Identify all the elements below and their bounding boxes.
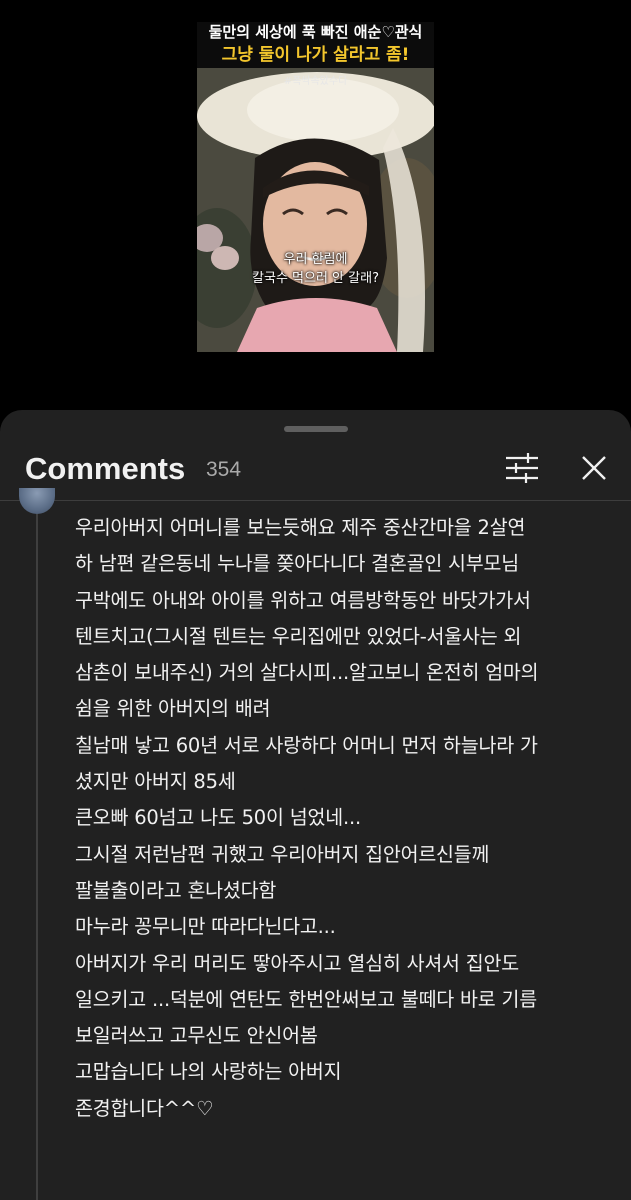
video-player[interactable]: 둘만의 세상에 푹 빠진 애순♡관식 그냥 둘이 나가 살라고 좀! #폭싹속았…	[0, 0, 631, 410]
portrait-illustration	[197, 68, 434, 352]
comment-line: 존경합니다^^♡	[75, 1096, 214, 1120]
comment-line: 삼촌이 보내주신) 거의 살다시피...알고보니 온전히 엄마의	[75, 661, 539, 685]
thumbnail-subtitle-line: 칼국수 먹으러 안 갈래?	[252, 271, 379, 286]
thumbnail-subtitle: 우리 한림에 칼국수 먹으러 안 갈래?	[197, 250, 434, 288]
sort-filter-button[interactable]	[502, 450, 542, 486]
comment-line: 우리아버지 어머니를 보는듯해요 제주 중산간마을 2살연	[75, 516, 526, 539]
thumbnail-hashtag: #폭싹속았수다	[283, 76, 348, 87]
comment-line: 아버지가 우리 머리도 땋아주시고 열심히 사셔서 집안도	[75, 951, 520, 975]
comment-line: 그시절 저런남편 귀했고 우리아버지 집안어르신들께	[75, 842, 490, 866]
avatar[interactable]	[19, 488, 55, 514]
video-thumbnail[interactable]: 둘만의 세상에 푹 빠진 애순♡관식 그냥 둘이 나가 살라고 좀! #폭싹속았…	[197, 22, 434, 352]
thumbnail-subtitle-line: 우리 한림에	[283, 252, 348, 267]
comments-panel: Comments 354 우리아버지 어머니를 보는듯해요 제주 중산간마을 2…	[0, 410, 631, 1200]
comment-line: 구박에도 아내와 아이를 위하고 여름방학동안 바닷가가서	[75, 588, 531, 612]
comments-count: 354	[206, 458, 242, 481]
comment-line: 보일러쓰고 고무신도 안신어봄	[75, 1024, 318, 1048]
sliders-icon	[506, 453, 538, 483]
thumbnail-photo: #폭싹속았수다 우리 한림에 칼국수 먹으러 안 갈래?	[197, 68, 434, 352]
comment-text: 우리아버지 어머니를 보는듯해요 제주 중산간마을 2살연 하 남편 같은동네 …	[75, 510, 615, 1127]
comment-line: 쉼을 위한 아버지의 배려	[75, 697, 271, 721]
comment-line: 일으키고 ...덕분에 연탄도 한번안써보고 불떼다 바로 기름	[75, 987, 538, 1011]
close-button[interactable]	[576, 450, 612, 486]
thumbnail-headline-bottom: 그냥 둘이 나가 살라고 좀!	[221, 45, 410, 65]
drag-handle[interactable]	[284, 426, 348, 432]
comment-line: 마누라 꽁무니만 따라다닌다고...	[75, 915, 336, 939]
thumbnail-headline-top: 둘만의 세상에 푹 빠진 애순♡관식	[208, 23, 423, 41]
comment-line: 셨지만 아버지 85세	[75, 770, 236, 794]
comment-line: 고맙습니다 나의 사랑하는 아버지	[75, 1060, 342, 1084]
comment-line: 칠남매 낳고 60년 서로 사랑하다 어머니 먼저 하늘나라 가	[75, 733, 538, 757]
header-divider	[0, 500, 631, 501]
close-icon	[582, 456, 606, 480]
thread-line	[36, 514, 38, 1200]
comment-line: 텐트치고(그시절 텐트는 우리집에만 있었다-서울사는 외	[75, 624, 522, 648]
comments-title: Comments	[25, 451, 186, 486]
comment-line: 하 남편 같은동네 누나를 쫒아다니다 결혼골인 시부모님	[75, 552, 520, 576]
comment-line: 큰오빠 60넘고 나도 50이 넘었네...	[75, 806, 361, 830]
comment-line: 팔불출이라고 혼나셨다함	[75, 878, 277, 902]
